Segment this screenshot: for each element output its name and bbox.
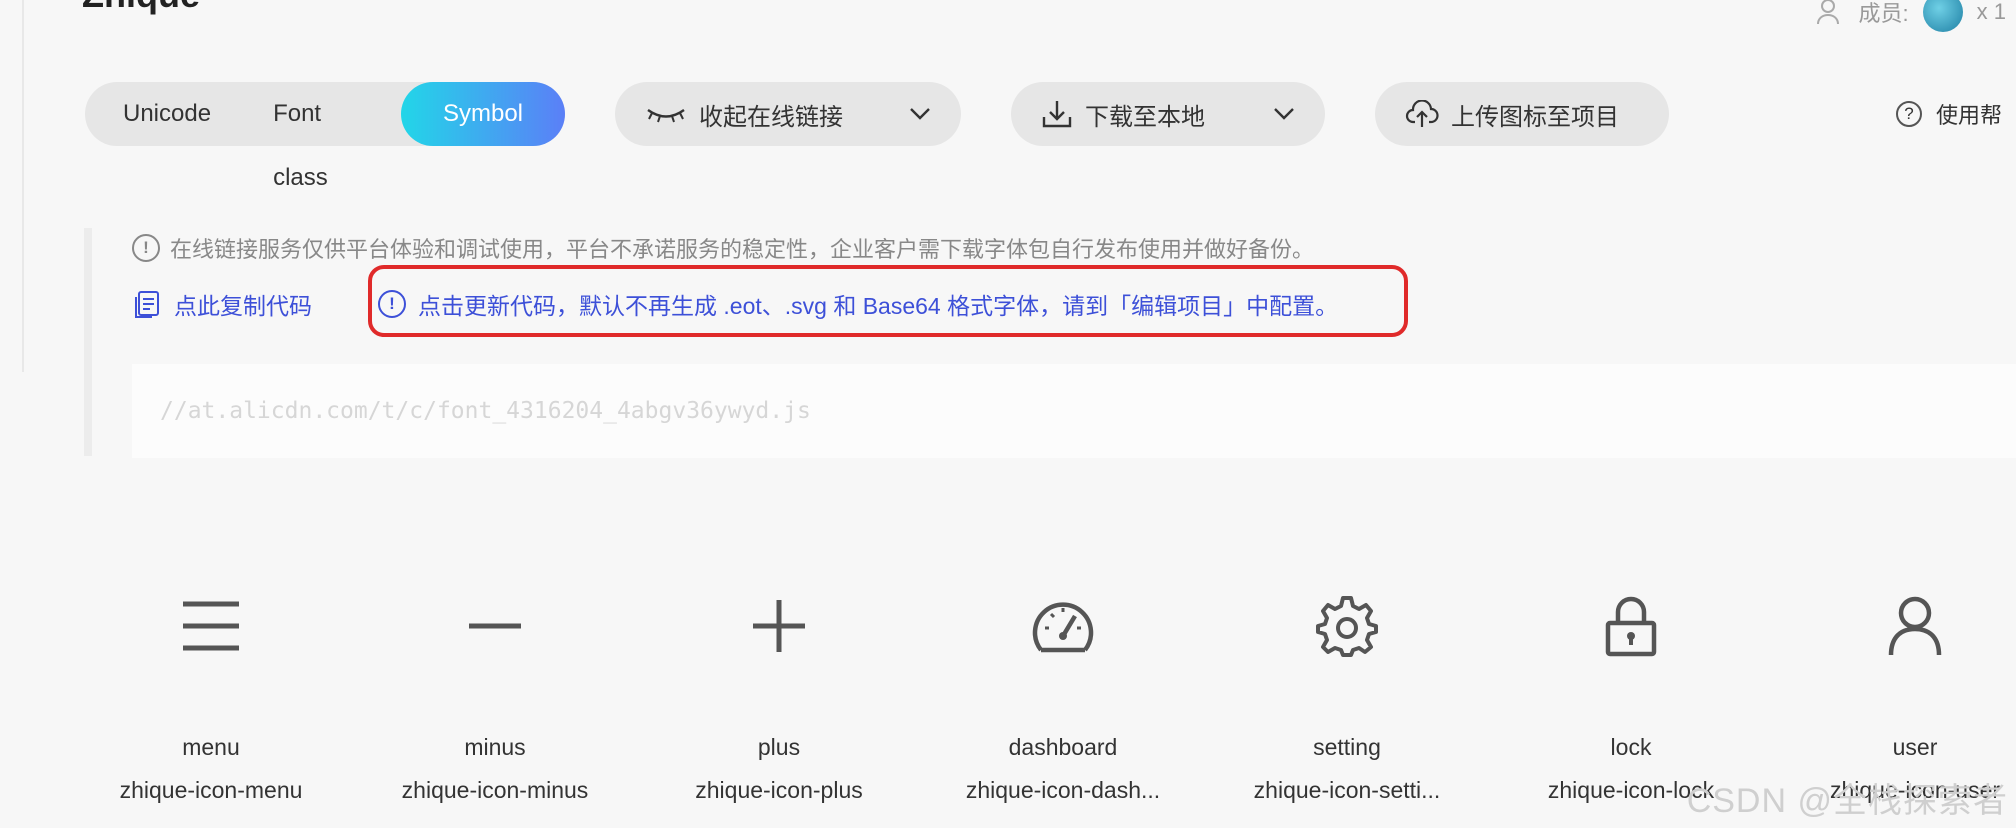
icon-card-minus[interactable]: minus zhique-icon-minus bbox=[370, 580, 620, 804]
watermark: CSDN @全栈探索者 bbox=[1686, 782, 2008, 820]
icon-name: menu bbox=[182, 734, 240, 760]
icon-name: plus bbox=[757, 734, 801, 760]
code-url: //at.alicdn.com/t/c/font_4316204_4abgv36… bbox=[160, 398, 811, 424]
minus-icon bbox=[469, 623, 521, 629]
mode-switch: Unicode Font class Symbol bbox=[85, 82, 565, 191]
icon-class: zhique-icon-plus bbox=[695, 777, 863, 803]
icon-card-plus[interactable]: plus zhique-icon-plus bbox=[654, 580, 904, 804]
eye-closed-icon bbox=[647, 109, 685, 123]
mode-symbol[interactable]: Symbol bbox=[400, 82, 565, 146]
upload-label: 上传图标至项目 bbox=[1451, 103, 1619, 131]
download-icon bbox=[1042, 101, 1072, 128]
user-icon bbox=[1888, 596, 1942, 656]
info-icon: ! bbox=[132, 234, 160, 262]
dashboard-icon bbox=[1032, 602, 1094, 653]
download-label: 下载至本地 bbox=[1085, 103, 1205, 131]
info-icon: ! bbox=[378, 290, 406, 318]
icon-name: setting bbox=[1313, 734, 1381, 760]
icon-class: zhique-icon-setti... bbox=[1253, 777, 1441, 803]
icon-name: dashboard bbox=[1008, 734, 1118, 760]
collapse-link-button[interactable]: 收起在线链接 bbox=[615, 82, 961, 146]
copy-code-link[interactable]: 点此复制代码 bbox=[132, 287, 312, 321]
left-divider bbox=[22, 0, 24, 372]
menu-icon bbox=[183, 601, 239, 651]
icon-name: user bbox=[1892, 734, 1938, 760]
icon-class: zhique-icon-minus bbox=[401, 777, 589, 803]
chevron-down-icon bbox=[1274, 108, 1294, 120]
notice-bar bbox=[84, 228, 92, 456]
question-icon: ? bbox=[1896, 101, 1922, 127]
download-button[interactable]: 下载至本地 bbox=[1011, 82, 1325, 146]
members-area: 成员: x 1 bbox=[1815, 0, 2006, 32]
plus-icon bbox=[753, 600, 805, 652]
icon-class: zhique-icon-dash... bbox=[965, 777, 1161, 803]
copy-icon bbox=[135, 291, 159, 318]
info-text: 在线链接服务仅供平台体验和调试使用，平台不承诺服务的稳定性，企业客户需下载字体包… bbox=[170, 237, 1315, 262]
code-url-box[interactable]: //at.alicdn.com/t/c/font_4316204_4abgv36… bbox=[132, 364, 2016, 458]
copy-code-label: 点此复制代码 bbox=[174, 293, 312, 319]
upload-button[interactable]: 上传图标至项目 bbox=[1375, 82, 1669, 146]
help-link[interactable]: ? 使用帮 bbox=[1896, 98, 2002, 130]
mode-unicode[interactable]: Unicode bbox=[85, 82, 249, 146]
icon-class: zhique-icon-menu bbox=[119, 777, 303, 803]
lock-icon bbox=[1605, 596, 1657, 657]
update-code-text: 点击更新代码，默认不再生成 .eot、.svg 和 Base64 格式字体，请到… bbox=[418, 293, 1339, 319]
members-label: 成员: bbox=[1858, 1, 1909, 26]
setting-icon bbox=[1316, 596, 1378, 657]
icon-name: lock bbox=[1610, 734, 1652, 760]
icon-name: minus bbox=[464, 734, 526, 760]
project-title: Zhique bbox=[82, 0, 200, 16]
members-count: x 1 bbox=[1976, 0, 2006, 24]
update-code-link[interactable]: ! 点击更新代码，默认不再生成 .eot、.svg 和 Base64 格式字体，… bbox=[378, 287, 1338, 321]
icon-card-dashboard[interactable]: dashboard zhique-icon-dash... bbox=[938, 580, 1188, 804]
members-icon bbox=[1816, 0, 1839, 25]
mode-font-class[interactable]: Font class bbox=[249, 82, 401, 191]
icon-card-user[interactable]: user zhique-icon-user bbox=[1790, 580, 2016, 804]
help-label: 使用帮 bbox=[1936, 103, 2003, 128]
collapse-link-label: 收起在线链接 bbox=[699, 103, 843, 131]
icon-card-menu[interactable]: menu zhique-icon-menu bbox=[86, 580, 336, 804]
chevron-down-icon bbox=[910, 108, 930, 120]
icon-card-lock[interactable]: lock zhique-icon-lock bbox=[1506, 580, 1756, 804]
info-note: ! 在线链接服务仅供平台体验和调试使用，平台不承诺服务的稳定性，企业客户需下载字… bbox=[132, 232, 1314, 264]
avatar[interactable] bbox=[1922, 0, 1963, 32]
icon-card-setting[interactable]: setting zhique-icon-setti... bbox=[1222, 580, 1472, 804]
cloud-upload-icon bbox=[1405, 100, 1439, 127]
